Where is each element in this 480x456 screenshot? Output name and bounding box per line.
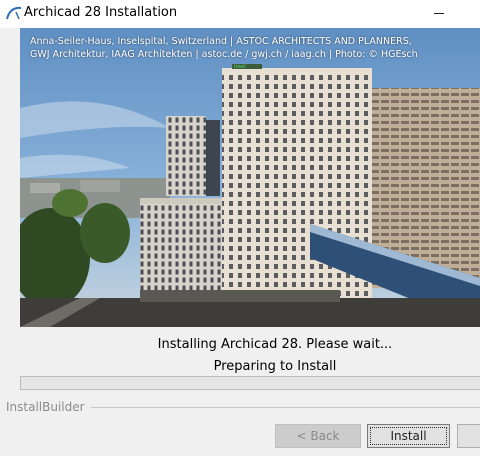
caption-line-1: Anna-Seiler-Haus, Inselspital, Switzerla… (30, 36, 412, 47)
archicad-logo-icon (6, 6, 22, 20)
building-photo: Insel (20, 28, 480, 327)
install-step-text: Preparing to Install (213, 359, 337, 374)
installer-brand: InstallBuilder (6, 400, 91, 414)
back-button[interactable]: < Back (275, 424, 361, 448)
footer-divider (86, 407, 480, 408)
maximize-button[interactable] (462, 0, 480, 28)
cancel-button[interactable] (457, 424, 480, 448)
rooftop-sign: Insel (234, 64, 246, 70)
caption-line-2: GWJ Architektur, IAAG Architekten | asto… (30, 49, 418, 60)
photo-caption: Anna-Seiler-Haus, Inselspital, Switzerla… (30, 35, 470, 61)
hero-image: Insel Anna-Seiler-Haus, Inselspital, Swi… (20, 28, 480, 327)
install-button[interactable]: Install (367, 424, 450, 448)
install-button-label: Install (390, 429, 427, 443)
install-status-text: Installing Archicad 28. Please wait... (157, 337, 393, 352)
minimize-button[interactable] (416, 0, 462, 28)
progress-bar (20, 376, 480, 390)
title-bar: Archicad 28 Installation (0, 0, 480, 28)
window-title: Archicad 28 Installation (24, 5, 178, 20)
